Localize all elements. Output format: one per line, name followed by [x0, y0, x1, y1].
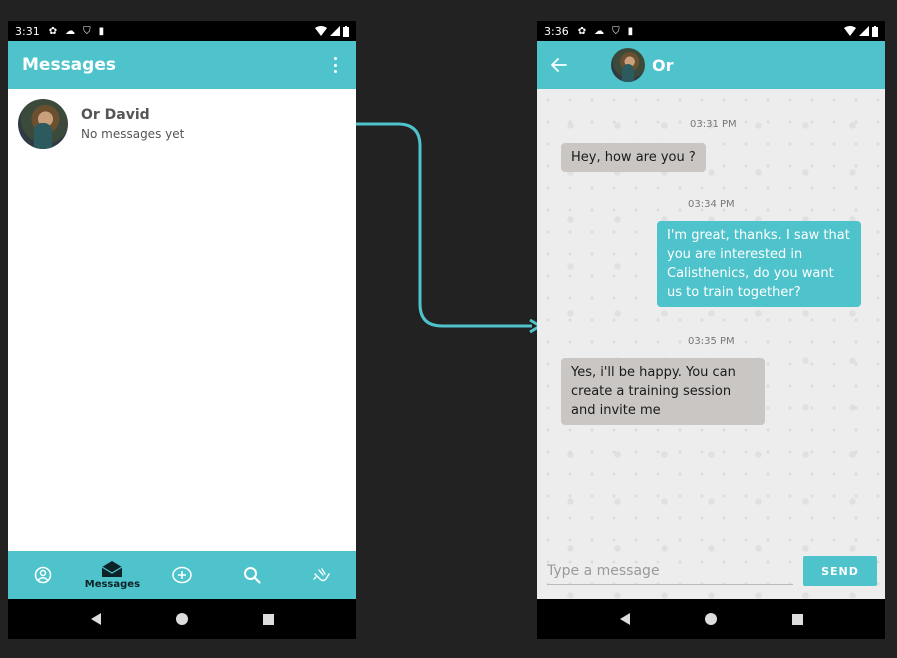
envelope-icon	[102, 561, 123, 577]
recents-square-icon	[791, 613, 803, 625]
nav-item-add[interactable]	[152, 551, 212, 599]
status-bar: 3:31 ✿ ☁ ⛉ ▮	[8, 21, 356, 41]
back-arrow-icon[interactable]	[551, 54, 573, 76]
more-options-icon[interactable]	[328, 55, 342, 75]
home-circle-icon	[705, 613, 717, 625]
recents-square-icon	[262, 613, 274, 625]
system-navigation-bar	[8, 599, 356, 639]
shield-icon: ⛉	[612, 25, 620, 37]
message-timestamp: 03:35 PM	[688, 336, 735, 347]
nav-item-messages[interactable]: Messages	[82, 551, 142, 599]
signal-icon	[330, 26, 340, 36]
chat-screen: 3:36 ✿ ☁ ⛉ ▮ Or 03:31 PM Hey, how are yo…	[537, 21, 885, 639]
message-timestamp: 03:31 PM	[690, 119, 737, 130]
page-title: Messages	[22, 55, 116, 75]
sd-card-icon: ▮	[627, 25, 634, 37]
incoming-message-bubble[interactable]: Yes, i'll be happy. You can create a tra…	[561, 358, 765, 425]
cloud-icon: ☁	[594, 25, 605, 37]
wifi-icon	[315, 26, 327, 36]
status-system-icons	[315, 25, 349, 37]
nav-item-search[interactable]	[222, 551, 282, 599]
home-button[interactable]	[696, 604, 726, 634]
nav-label-messages: Messages	[84, 579, 141, 590]
nav-item-wave[interactable]	[291, 551, 351, 599]
hand-wave-icon	[313, 568, 330, 582]
signal-icon	[859, 26, 869, 36]
status-time: 3:36	[544, 24, 569, 38]
message-composer: SEND	[537, 551, 885, 591]
status-system-icons	[844, 25, 878, 37]
message-input[interactable]	[547, 557, 793, 585]
profile-icon	[34, 566, 52, 584]
back-button[interactable]	[81, 604, 111, 634]
conversation-item[interactable]: Or David No messages yet	[8, 89, 356, 159]
send-button[interactable]: SEND	[803, 556, 877, 586]
search-icon	[243, 567, 261, 584]
status-notification-icons: ✿ ☁ ⛉ ▮	[578, 26, 633, 37]
cloud-icon: ☁	[65, 25, 76, 37]
conversation-preview: No messages yet	[81, 127, 185, 141]
avatar[interactable]	[611, 48, 645, 82]
status-bar: 3:36 ✿ ☁ ⛉ ▮	[537, 21, 885, 41]
contact-name[interactable]: Or	[652, 56, 674, 75]
incoming-message-bubble[interactable]: Hey, how are you ?	[561, 143, 706, 172]
home-button[interactable]	[167, 604, 197, 634]
back-triangle-icon	[620, 613, 630, 625]
system-navigation-bar	[537, 599, 885, 639]
nav-item-profile[interactable]	[13, 551, 73, 599]
sd-card-icon: ▮	[98, 25, 105, 37]
home-circle-icon	[176, 613, 188, 625]
status-time: 3:31	[15, 24, 40, 38]
gear-icon: ✿	[577, 25, 587, 37]
wifi-icon	[844, 26, 856, 36]
shield-icon: ⛉	[83, 25, 91, 37]
outgoing-message-bubble[interactable]: I'm great, thanks. I saw that you are in…	[657, 221, 861, 307]
back-button[interactable]	[610, 604, 640, 634]
battery-icon	[872, 25, 878, 37]
status-notification-icons: ✿ ☁ ⛉ ▮	[49, 26, 104, 37]
avatar	[18, 99, 68, 149]
app-bar: Messages	[8, 41, 356, 89]
back-triangle-icon	[91, 613, 101, 625]
chat-header: Or	[537, 41, 885, 89]
gear-icon: ✿	[48, 25, 58, 37]
add-circle-icon	[172, 566, 192, 584]
recents-button[interactable]	[782, 604, 812, 634]
message-timestamp: 03:34 PM	[688, 199, 735, 210]
recents-button[interactable]	[253, 604, 283, 634]
conversation-name: Or David	[81, 107, 150, 123]
chat-messages-area[interactable]: 03:31 PM Hey, how are you ? 03:34 PM I'm…	[537, 89, 885, 599]
bottom-navigation: Messages	[8, 551, 356, 599]
messages-list-screen: 3:31 ✿ ☁ ⛉ ▮ Messages Or David No messag…	[8, 21, 356, 639]
battery-icon	[343, 25, 349, 37]
